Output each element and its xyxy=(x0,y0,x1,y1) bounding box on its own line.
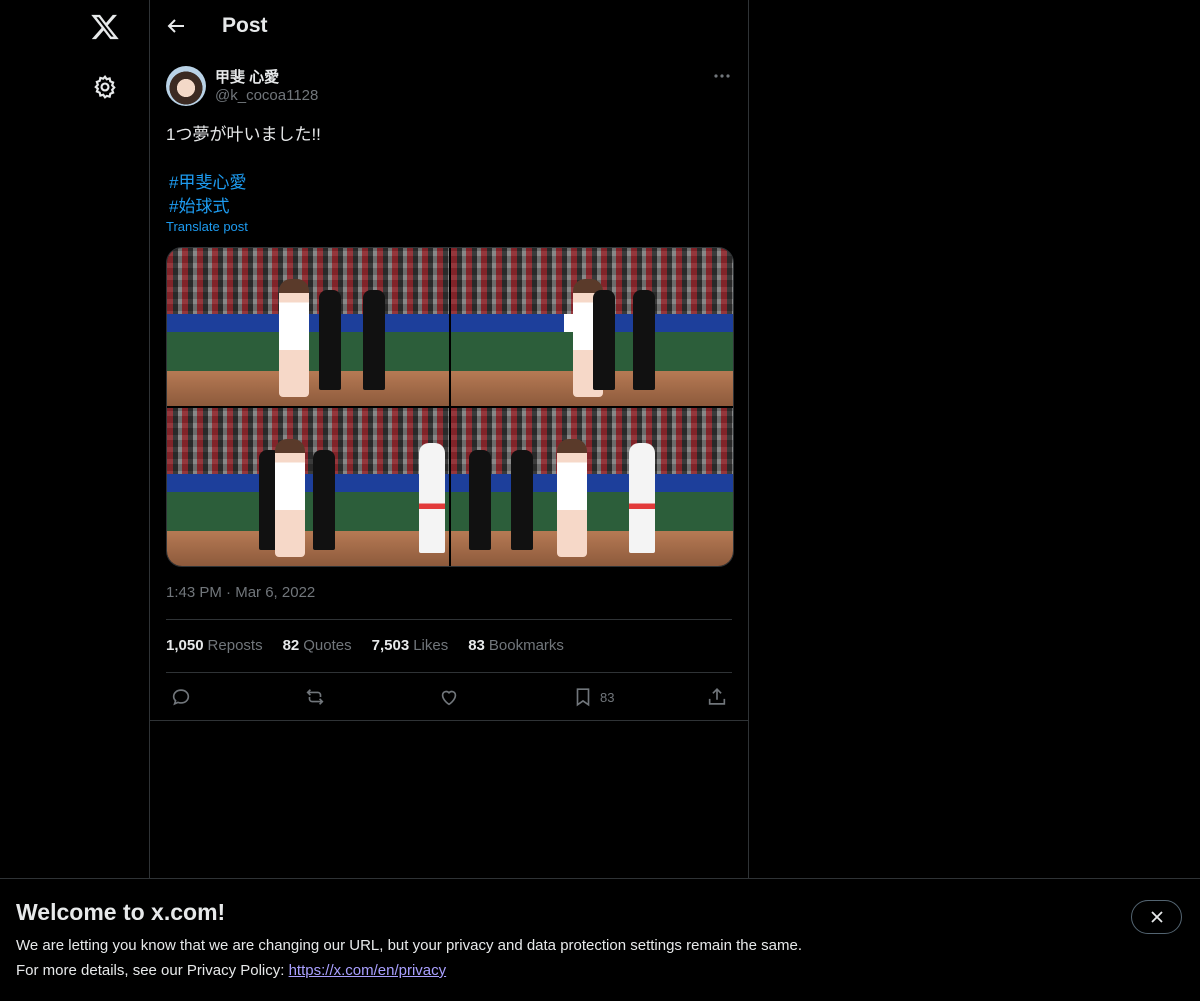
translate-post-link[interactable]: Translate post xyxy=(166,219,248,234)
stat-number: 83 xyxy=(468,637,485,654)
post-text: 1つ夢が叶いました!! xyxy=(166,125,321,144)
reply-button[interactable] xyxy=(170,686,192,708)
share-icon xyxy=(708,688,726,705)
close-icon xyxy=(1150,911,1163,923)
post-stats: 1,050 Reposts 82 Quotes 7,503 Likes 83 Bookm… xyxy=(166,637,564,654)
close-banner-button[interactable] xyxy=(1131,900,1182,934)
avatar[interactable] xyxy=(166,66,206,106)
more-options-icon[interactable] xyxy=(712,66,732,86)
divider xyxy=(150,720,748,721)
banner-text-prefix: For more details, see our Privacy Policy… xyxy=(16,962,289,979)
gear-icon[interactable] xyxy=(92,74,118,100)
media-grid xyxy=(166,247,734,567)
stat-likes[interactable]: 7,503 Likes xyxy=(372,637,449,654)
author-handle[interactable]: @k_cocoa1128 xyxy=(215,87,318,104)
separator-dot: · xyxy=(226,584,236,601)
page-title: Post xyxy=(222,14,268,37)
stat-number: 1,050 xyxy=(166,637,204,654)
banner-text: For more details, see our Privacy Policy… xyxy=(16,962,446,979)
post-photo[interactable] xyxy=(167,408,449,566)
divider xyxy=(166,672,732,673)
action-bar: 83 xyxy=(166,684,732,714)
post-time: 1:43 PM xyxy=(166,584,222,601)
stat-label: Likes xyxy=(413,637,449,654)
url-change-banner: Welcome to x.com! We are letting you kno… xyxy=(0,878,1200,1001)
main-column: Post 甲斐 心愛 @k_cocoa1128 1つ夢が叶いました!! #甲斐心… xyxy=(150,0,749,878)
stat-label: Bookmarks xyxy=(488,637,564,654)
hashtag-link[interactable]: #始球式 xyxy=(169,192,229,217)
bookmark-count: 83 xyxy=(600,689,615,705)
heart-icon xyxy=(441,690,457,706)
reply-icon xyxy=(172,689,190,706)
bookmark-button[interactable]: 83 xyxy=(572,686,614,708)
stat-quotes[interactable]: 82 Quotes xyxy=(283,637,352,654)
stat-bookmarks[interactable]: 83 Bookmarks xyxy=(468,637,564,654)
post-timestamp[interactable]: 1:43 PM · Mar 6, 2022 xyxy=(166,584,315,601)
left-navigation xyxy=(0,0,150,878)
stat-number: 82 xyxy=(282,637,300,654)
x-logo-icon[interactable] xyxy=(90,12,120,42)
share-button[interactable] xyxy=(706,686,728,708)
like-button[interactable] xyxy=(438,686,460,708)
author-name[interactable]: 甲斐 心愛 xyxy=(215,66,279,87)
post-photo[interactable] xyxy=(167,248,449,406)
stat-number: 7,503 xyxy=(371,637,410,654)
stat-reposts[interactable]: 1,050 Reposts xyxy=(166,637,263,654)
stat-label: Reposts xyxy=(207,637,263,654)
post-photo[interactable] xyxy=(451,248,733,406)
stat-label: Quotes xyxy=(303,637,352,654)
banner-title: Welcome to x.com! xyxy=(16,899,226,925)
post-date: Mar 6, 2022 xyxy=(235,584,316,601)
hashtag-link[interactable]: #甲斐心愛 xyxy=(169,168,246,193)
bookmark-icon xyxy=(576,688,590,707)
banner-text: We are letting you know that we are chan… xyxy=(16,937,802,954)
repost-icon xyxy=(306,689,324,705)
repost-button[interactable] xyxy=(304,686,326,708)
page-header: Post xyxy=(150,0,748,53)
post-photo[interactable] xyxy=(451,408,733,566)
divider xyxy=(166,619,732,620)
arrow-left-icon[interactable] xyxy=(164,14,188,38)
privacy-policy-link[interactable]: https://x.com/en/privacy xyxy=(289,962,447,979)
